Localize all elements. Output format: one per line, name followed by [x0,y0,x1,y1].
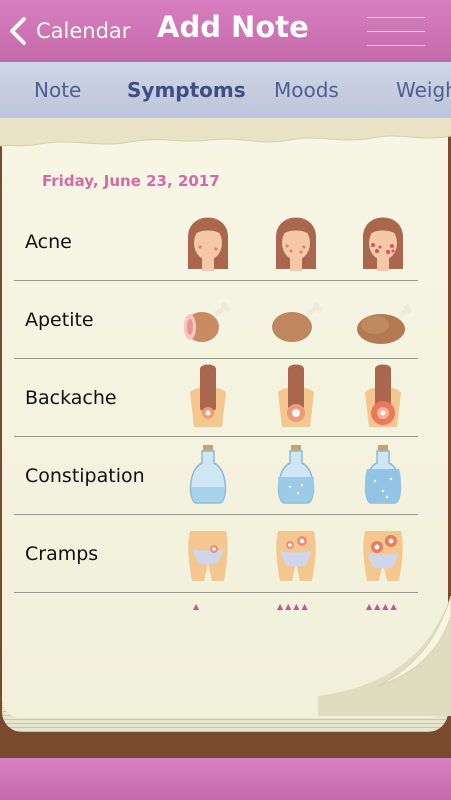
symptom-row-apetite: Apetite [14,281,418,359]
tab-symptoms[interactable]: Symptoms [127,78,246,102]
face-icon [276,217,316,271]
tab-weight[interactable]: Weigh [396,78,451,102]
bottle-icon [277,445,315,504]
bottle-icon [364,445,402,504]
apetite-level-2[interactable] [268,285,324,353]
symptom-label: Constipation [25,465,145,487]
tab-note[interactable]: Note [34,78,81,102]
symptom-row-backache: Backache [14,359,418,437]
cramps-level-2[interactable] [268,519,324,587]
symptom-label: Backache [25,387,117,409]
face-icon [363,217,403,271]
acne-level-3[interactable] [355,207,411,275]
entry-date: Friday, June 23, 2017 [42,172,220,190]
symptom-label: Apetite [25,309,94,331]
symptom-row-cramps: Cramps [14,515,418,593]
apetite-level-1[interactable] [180,285,236,353]
constipation-level-1[interactable] [180,441,236,509]
bottom-bar [0,758,451,800]
cramps-level-3[interactable] [355,519,411,587]
menu-line [367,17,425,18]
chevron-left-icon [10,17,26,45]
menu-icon[interactable] [367,14,425,50]
hips-icon [276,531,316,581]
severity-marker-2: ▲▲▲▲ [277,602,310,611]
drumstick-icon [357,304,412,344]
tab-bar: Note Symptoms Moods Weigh [0,62,451,121]
menu-line [367,31,425,32]
apetite-level-3[interactable] [355,285,412,353]
severity-marker-1: ▲ [193,602,202,611]
symptom-label: Acne [25,231,72,253]
constipation-level-3[interactable] [355,441,411,509]
back-icon [365,364,401,427]
back-label: Calendar [36,19,131,43]
acne-level-1[interactable] [180,207,236,275]
back-icon [190,364,226,427]
constipation-level-2[interactable] [268,441,324,509]
back-icon [278,364,314,427]
backache-level-2[interactable] [268,363,324,431]
symptom-label: Cramps [25,543,99,565]
backache-level-1[interactable] [180,363,236,431]
back-button[interactable]: Calendar [8,14,130,48]
cramps-level-1[interactable] [180,519,236,587]
face-icon [188,217,228,271]
page-title: Add Note [157,10,309,44]
acne-level-2[interactable] [268,207,324,275]
menu-line [367,45,425,46]
top-bar: Calendar Add Note [0,0,451,62]
tab-moods[interactable]: Moods [274,78,339,102]
backache-level-3[interactable] [355,363,411,431]
hips-icon [363,531,403,581]
page-curl [318,596,451,716]
drumstick-icon [184,302,230,342]
torn-edge [0,118,451,147]
bottle-icon [189,445,227,504]
symptom-row-constipation: Constipation [14,437,418,515]
drumstick-icon [272,302,322,342]
symptom-row-acne: Acne [14,203,418,281]
hips-icon [188,531,228,581]
